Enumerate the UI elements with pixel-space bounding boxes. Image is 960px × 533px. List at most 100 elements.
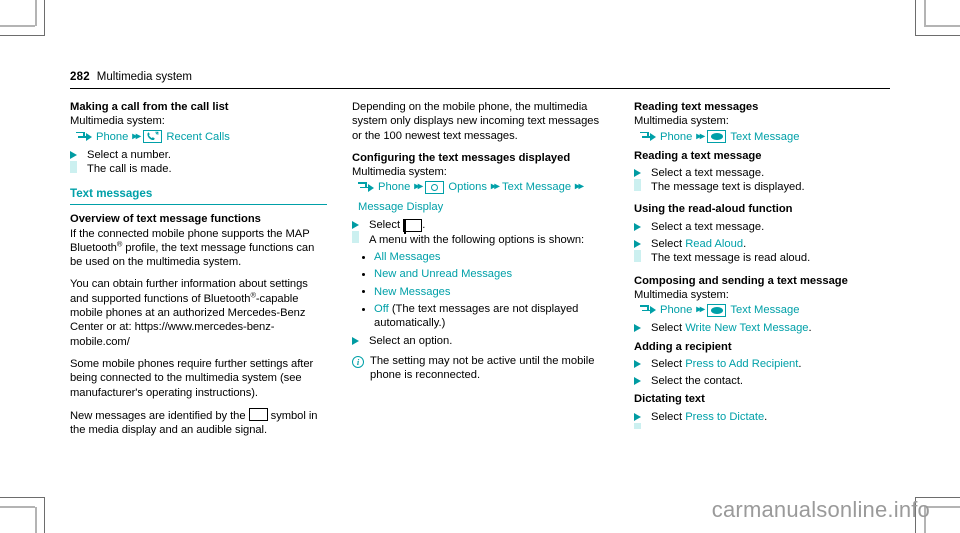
nav-item-text-message[interactable]: Text Message [730,129,799,145]
info-icon: i [352,355,364,368]
chevron-double-right-icon: ▸▸ [414,181,423,193]
page-header: 282 Multimedia system [70,71,890,89]
nav-path-recent-calls: Phone ▸▸ Recent Calls [70,129,327,145]
nav-item-phone[interactable]: Phone [96,129,128,145]
step-marker [70,148,80,173]
heading-adding-recipient: Adding a recipient [634,340,732,353]
document-page: 282 Multimedia system Making a call from… [0,0,960,533]
heading-configuring-messages: Configuring the text messages displayed [352,151,571,164]
heading-reading-text-messages: Reading text messages [634,101,759,113]
step-marker [352,218,362,244]
nav-item-phone[interactable]: Phone [660,302,692,318]
intro-multimedia-system-4: Multimedia system: [634,288,729,301]
display-list-icon [403,219,423,235]
step-text: Select an option. [369,334,453,347]
enter-arrow-icon [358,182,374,192]
step-select-display-icon: Select . A menu with the following optio… [352,218,609,247]
ui-link-press-to-dictate[interactable]: Press to Dictate [685,411,764,423]
column-3: Reading text messages Multimedia system:… [634,100,892,437]
section-title: Text messages [70,187,153,201]
option-label[interactable]: All Messages [374,251,441,263]
text-message-bubble-icon-2 [707,303,727,317]
option-label[interactable]: New Messages [374,286,450,298]
paragraph-map-bluetooth: If the connected mobile phone supports t… [70,227,327,270]
paragraph-further-info: You can obtain further information about… [70,277,327,348]
step-result: The call is made. [87,162,172,175]
options-gear-icon [425,180,445,194]
step-result: A menu with the following options is sho… [369,233,585,246]
step-select-text-message-2: Select a text message. [634,220,892,234]
intro-multimedia-system: Multimedia system: [70,115,165,128]
step-select-read-aloud: Select Read Aloud. The text message is r… [634,237,892,266]
list-item: New and Unread Messages [352,267,609,281]
step-select-an-option: Select an option. [352,334,609,348]
step-text: Select [369,219,401,232]
chevron-double-right-icon-2: ▸▸ [490,181,500,193]
nav-item-options[interactable]: Options [448,179,487,195]
nav-path-text-message-2: Phone ▸▸ Text Message [634,302,892,318]
ui-link-press-to-add-recipient[interactable]: Press to Add Recipient [685,358,798,370]
nav-item-message-display[interactable]: Message Display [358,199,443,215]
heading-composing-sending: Composing and sending a text message [634,274,848,287]
step-marker [634,220,644,231]
step-text: Select a text message. [651,220,765,233]
heading-making-a-call: Making a call from the call list [70,101,229,113]
nav-path-text-message: Phone ▸▸ Text Message [634,129,892,145]
step-marker [634,374,644,386]
section-heading-text-messages: Text messages [70,187,327,206]
step-select-contact: Select the contact. [634,374,892,388]
list-item: Off (The text messages are not displayed… [352,302,609,331]
step-select-a-number: Select a number. The call is made. [70,148,327,177]
note-text: The setting may not be active until the … [370,354,595,382]
paragraph-further-settings: Some mobile phones require further setti… [70,357,314,399]
step-marker [634,166,644,191]
enter-arrow-icon [640,131,656,142]
page-number: 282 [70,71,90,83]
nav-item-phone[interactable]: Phone [378,179,410,195]
heading-reading-a-text-message: Reading a text message [634,149,762,162]
column-2: Depending on the mobile phone, the multi… [352,100,609,437]
ui-link-write-new-text-message[interactable]: Write New Text Message [685,322,808,334]
content-columns: Making a call from the call list Multime… [70,100,892,437]
section-rule [70,203,327,206]
option-label[interactable]: Off [374,303,389,315]
heading-dictating-text: Dictating text [634,393,705,406]
step-period: . [808,322,812,335]
enter-arrow-icon [76,131,92,142]
nav-item-recent-calls[interactable]: Recent Calls [166,129,229,145]
step-period: . [422,219,426,232]
nav-item-phone[interactable]: Phone [660,129,692,145]
step-period: . [743,238,747,251]
step-marker [352,334,362,345]
options-bullet-list: All Messages New and Unread Messages New… [352,250,609,330]
step-text: Select the contact. [651,375,744,388]
new-message-symbol-icon [248,407,268,421]
option-label[interactable]: New and Unread Messages [374,268,512,280]
step-result: The message text is displayed. [651,181,805,194]
chevron-double-right-icon-3: ▸▸ [575,181,584,193]
step-period: . [764,410,768,423]
step-label: Select [651,410,683,423]
step-period: . [798,357,802,370]
step-text: Select a number. [87,148,171,161]
step-select-write-new: Select Write New Text Message. [634,321,892,335]
intro-multimedia-system-2: Multimedia system: [352,166,447,179]
nav-item-text-message[interactable]: Text Message [502,179,571,195]
step-marker [634,237,644,263]
chevron-double-right-icon: ▸▸ [696,304,705,316]
text-message-bubble-icon [707,130,727,144]
step-text: Select a text message. [651,166,765,179]
step-select-a-text-message: Select a text message. The message text … [634,166,892,195]
step-marker [634,410,644,429]
step-marker [634,357,644,368]
heading-overview: Overview of text message functions [70,213,261,226]
intro-multimedia-system-3: Multimedia system: [634,115,729,128]
watermark: carmanualsonline.info [711,497,930,522]
step-label: Select [651,238,683,251]
recent-calls-icon [143,130,163,144]
step-result: The text message is read aloud. [651,252,811,265]
chevron-double-right-icon: ▸▸ [132,130,141,142]
paragraph-new-messages-symbol: New messages are identified by the symbo… [70,407,327,438]
nav-item-text-message[interactable]: Text Message [730,302,799,318]
ui-link-read-aloud[interactable]: Read Aloud [685,238,743,250]
